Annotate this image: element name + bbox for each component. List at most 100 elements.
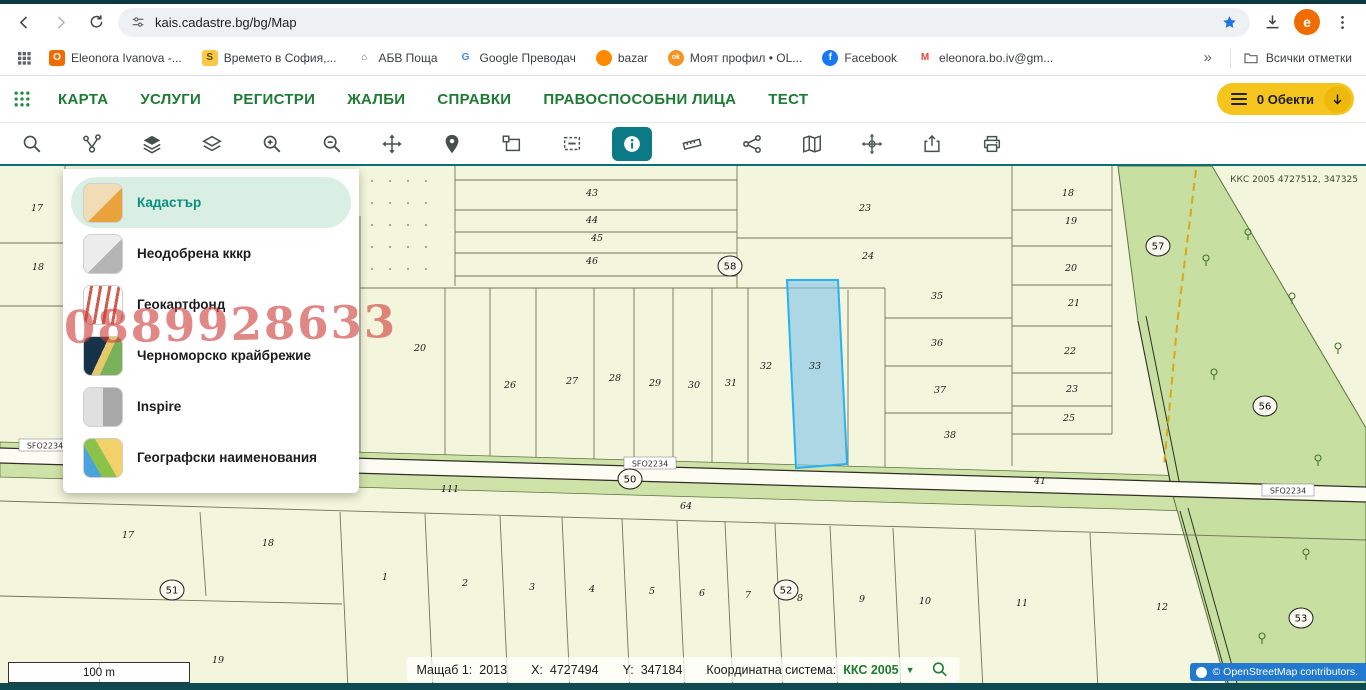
layer-item-5[interactable]: Географски наименования — [71, 432, 351, 483]
map-area[interactable]: 4344454623241819202122232520262728293031… — [0, 166, 1366, 690]
layers-filled-tool[interactable] — [132, 127, 172, 161]
parcel-label: 37 — [934, 385, 947, 396]
all-bookmarks-button[interactable]: Всички отметки — [1243, 50, 1356, 66]
bookmark-star-icon[interactable] — [1221, 14, 1238, 31]
selected-parcel[interactable] — [787, 280, 847, 468]
layer-item-0[interactable]: Кадастър — [71, 177, 351, 228]
layer-item-2[interactable]: Геокартфонд — [71, 279, 351, 330]
address-bar[interactable]: kais.cadastre.bg/bg/Map — [118, 8, 1250, 37]
circle-label: 50 — [624, 475, 637, 486]
scalebar-label: 100 m — [79, 667, 119, 679]
url-text[interactable]: kais.cadastre.bg/bg/Map — [155, 15, 1212, 30]
road-label: SFO2234 — [27, 442, 63, 451]
layer-thumbnail — [83, 234, 123, 274]
layers-panel: Кадастър Неодобрена кккр ГеокартфондЧерном… — [63, 169, 359, 493]
browser-menu-button[interactable] — [1328, 8, 1356, 36]
search-icon — [21, 133, 43, 155]
layer-item-4[interactable]: Inspire — [71, 381, 351, 432]
forward-button[interactable] — [46, 8, 74, 36]
bookmark-label: Google Преводач — [480, 51, 576, 65]
statusbar-search-icon[interactable] — [931, 660, 950, 679]
site-navbar: КАРТА УСЛУГИ РЕГИСТРИ ЖАЛБИ СПРАВКИ ПРАВОСПОС… — [0, 76, 1366, 122]
export-icon — [921, 133, 943, 155]
nav-item-3[interactable]: ЖАЛБИ — [347, 91, 405, 108]
search-tool[interactable] — [12, 127, 52, 161]
scale-value: 2013 — [479, 663, 507, 677]
info-tool[interactable] — [612, 127, 652, 161]
nav-item-4[interactable]: СПРАВКИ — [437, 91, 511, 108]
select-area-tool[interactable] — [492, 127, 532, 161]
bookmark-item[interactable]: OEleonora Ivanova -... — [40, 46, 191, 70]
nav-item-2[interactable]: РЕГИСТРИ — [233, 91, 315, 108]
layer-label: Неодобрена кккр — [137, 246, 251, 261]
site-info-icon[interactable] — [130, 14, 146, 30]
nav-item-0[interactable]: КАРТА — [58, 91, 108, 108]
parcel-label: 26 — [503, 380, 516, 391]
layer-item-1[interactable]: Неодобрена кккр — [71, 228, 351, 279]
bookmark-label: Моят профил • OL... — [690, 51, 802, 65]
layers-outline-tool[interactable] — [192, 127, 232, 161]
nav-item-6[interactable]: ТЕСТ — [768, 91, 808, 108]
reload-button[interactable] — [82, 8, 110, 36]
bookmark-item[interactable]: fFacebook — [813, 46, 906, 70]
parcel-label: 18 — [32, 262, 44, 273]
location-pin-tool[interactable] — [432, 127, 472, 161]
bookmark-label: Времето в София,... — [224, 51, 337, 65]
share-nodes-icon — [741, 133, 763, 155]
objects-counter-button[interactable]: 0 Обекти — [1217, 83, 1354, 115]
bookmarks-overflow-chevron[interactable]: » — [1198, 49, 1218, 66]
bookmark-item[interactable]: GGoogle Преводач — [449, 46, 585, 70]
parcel-label: 11 — [1016, 598, 1028, 609]
crosshair-tool[interactable] — [852, 127, 892, 161]
layers-filled-icon — [141, 133, 163, 155]
zoom-out-tool[interactable] — [312, 127, 352, 161]
bookmark-item[interactable]: ⌂АБВ Поща — [347, 46, 446, 70]
parcel-label: 5 — [649, 586, 655, 597]
crs-select[interactable]: ККС 2005 ▼ — [843, 663, 914, 677]
bazar-bell-favicon — [596, 50, 612, 66]
print-tool[interactable] — [972, 127, 1012, 161]
bookmark-item[interactable]: Meleonora.bo.iv@gm... — [908, 46, 1062, 70]
layer-thumbnail — [83, 387, 123, 427]
osm-attribution[interactable]: © OpenStreetMap contributors. — [1190, 663, 1366, 681]
zoom-in-tool[interactable] — [252, 127, 292, 161]
objects-dropdown-button[interactable] — [1324, 86, 1351, 113]
clear-selection-tool[interactable] — [552, 127, 592, 161]
map-corner-coordinates: ККС 2005 4727512, 347325 — [1230, 175, 1358, 185]
bookmark-item[interactable]: bazar — [587, 46, 657, 70]
parcel-label: 44 — [585, 215, 598, 226]
bookmark-item[interactable]: okМоят профил • OL... — [659, 46, 811, 70]
share-nodes-tool[interactable] — [732, 127, 772, 161]
measure-tool[interactable] — [672, 127, 712, 161]
hierarchy-tool[interactable] — [72, 127, 112, 161]
bookmark-item[interactable]: SВремето в София,... — [193, 46, 346, 70]
parcel-label: 23 — [1065, 384, 1078, 395]
pan-tool[interactable] — [372, 127, 412, 161]
parcel-label: 12 — [1156, 602, 1168, 613]
menu-grid-icon[interactable] — [12, 89, 32, 109]
parcel-label: 24 — [861, 251, 874, 262]
map-sheet-tool[interactable] — [792, 127, 832, 161]
export-tool[interactable] — [912, 127, 952, 161]
parcel-label: 27 — [565, 376, 579, 387]
parcel-label: 18 — [1062, 188, 1074, 199]
y-value: 347184 — [641, 663, 683, 677]
parcel-label: 38 — [944, 430, 956, 441]
downloads-button[interactable] — [1258, 8, 1286, 36]
parcel-label: 7 — [745, 590, 752, 601]
parcel-label: 46 — [585, 256, 598, 267]
nav-item-1[interactable]: УСЛУГИ — [140, 91, 201, 108]
profile-avatar[interactable]: e — [1294, 9, 1320, 35]
parcel-label: 22 — [1063, 346, 1076, 357]
apps-grid-icon[interactable] — [10, 50, 38, 66]
crosshair-icon — [861, 133, 883, 155]
crs-dropdown-icon: ▼ — [906, 665, 915, 675]
layer-item-3[interactable]: Черноморско крайбрежие — [71, 330, 351, 381]
parcel-label: 20 — [413, 343, 426, 354]
layer-thumbnail — [83, 336, 123, 376]
nav-item-5[interactable]: ПРАВОСПОСОБНИ ЛИЦА — [543, 91, 736, 108]
bookmark-label: Eleonora Ivanova -... — [71, 51, 182, 65]
back-button[interactable] — [10, 8, 38, 36]
facebook-favicon: f — [822, 50, 838, 66]
parcel-label: 10 — [919, 596, 931, 607]
